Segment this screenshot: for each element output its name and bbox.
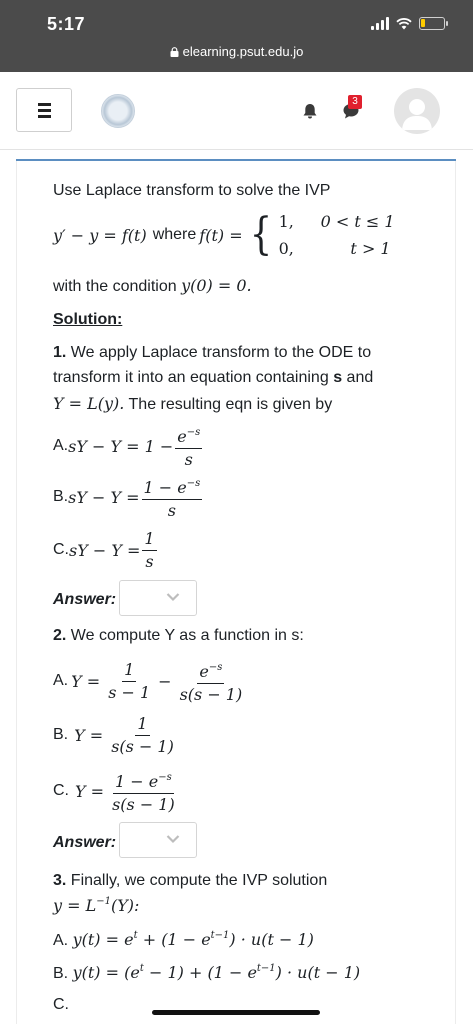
step3-option-b: B. y(t) = (et − 1) + (1 − et−1) · u(t − …: [53, 963, 360, 983]
home-indicator[interactable]: [152, 1010, 320, 1015]
fraction: 1 s(s − 1): [111, 713, 174, 756]
where-text: where: [152, 226, 197, 243]
step1-text-line2: transform it into an equation containing: [53, 369, 329, 386]
step2-option-a: A. Y = 1 s − 1 − e−s s(s − 1): [53, 657, 246, 705]
option-math: sY − Y = 1 −: [68, 436, 174, 456]
battery-icon: [419, 17, 448, 30]
case1-value: 1,: [278, 212, 294, 231]
step1-bold-s: s: [333, 369, 343, 386]
notification-count-badge: 3: [348, 95, 362, 109]
wifi-icon: [396, 18, 412, 30]
option-label: A.: [53, 672, 69, 689]
step3-option-a: A. y(t) = et + (1 − et−1) · u(t − 1): [53, 930, 314, 950]
option-label: A.: [53, 437, 69, 454]
step2-answer-label: Answer:: [53, 834, 117, 851]
step1-option-a: A. sY − Y = 1 − e−s s: [53, 422, 204, 470]
case2-condition: t > 1: [350, 239, 391, 258]
piecewise-function: { 1, 0 < t ≤ 1 0, t > 1: [243, 209, 395, 260]
step1-option-b: B. sY − Y = 1 − e−s s: [53, 473, 204, 521]
chevron-down-icon: [166, 593, 180, 602]
step1-line1: 1. We apply Laplace transform to the ODE…: [53, 344, 371, 362]
option-math: sY − Y =: [68, 487, 140, 507]
condition-text: with the condition: [53, 278, 177, 295]
ode-statement: y′ − y = f(t) where f(t) = { 1, 0 < t ≤ …: [53, 209, 395, 260]
solution-heading: Solution:: [53, 311, 123, 328]
fraction: 1 s − 1: [108, 659, 151, 702]
initial-condition: with the condition y(0) = 0.: [53, 276, 252, 296]
step1-line3: Y = L(y). The resulting eqn is given by: [53, 394, 332, 414]
step1-text-line1: We apply Laplace transform to the ODE to: [70, 344, 372, 361]
step1-text-line3: The resulting eqn is given by: [128, 396, 333, 413]
option-math: Y =: [74, 725, 104, 745]
piecewise-cases: 1, 0 < t ≤ 1 0, t > 1: [278, 212, 395, 258]
left-brace: {: [249, 209, 272, 260]
option-math: sY − Y =: [69, 540, 141, 560]
step3-line2: y = L−1(Y):: [53, 896, 140, 915]
url-text: elearning.psut.edu.jo: [182, 44, 304, 59]
fraction: e−s s(s − 1): [178, 659, 245, 704]
status-icons: [371, 17, 448, 30]
bell-icon[interactable]: [302, 103, 318, 120]
step1-option-c: C. sY − Y = 1 s: [53, 526, 159, 574]
step1-laplace-def: Y = L(y).: [53, 394, 125, 413]
ode-lhs: y′ − y = f(t): [53, 225, 147, 245]
step1-number: 1.: [53, 344, 67, 361]
fraction: 1 s: [142, 528, 157, 571]
step2-line1: 2. We compute Y as a function in s:: [53, 627, 304, 645]
step3-line1: 3. Finally, we compute the IVP solution: [53, 872, 327, 890]
user-silhouette-icon: [402, 99, 432, 130]
minus: −: [158, 671, 172, 691]
step2-number: 2.: [53, 627, 67, 644]
step2-option-b: B. Y = 1 s(s − 1): [53, 711, 178, 759]
step2-answer-select[interactable]: [119, 822, 197, 858]
option-math: y(t) = et + (1 − et−1) · u(t − 1): [72, 930, 314, 949]
step1-and: and: [346, 369, 374, 386]
step3-option-c: C.: [53, 996, 69, 1013]
case2-value: 0,: [278, 239, 294, 258]
f-definition: f(t) =: [199, 225, 243, 245]
fraction: 1 − e−s s(s − 1): [110, 769, 177, 814]
fraction: 1 − e−s s: [141, 475, 203, 520]
site-logo[interactable]: [101, 94, 135, 128]
address-bar[interactable]: elearning.psut.edu.jo: [0, 44, 473, 59]
option-label: C.: [53, 541, 69, 558]
option-label: B.: [53, 726, 69, 743]
step2-text: We compute Y as a function in s:: [70, 627, 304, 644]
case1-condition: 0 < t ≤ 1: [320, 212, 395, 231]
option-label: B.: [53, 488, 69, 505]
browser-chrome: 5:17 elearning.psut.edu.jo: [0, 0, 473, 72]
option-math: Y =: [71, 671, 101, 691]
menu-toggle-button[interactable]: [16, 88, 72, 132]
chevron-down-icon: [166, 835, 180, 844]
option-math: Y =: [75, 781, 105, 801]
fraction: e−s s: [175, 424, 203, 469]
option-label: C.: [53, 782, 69, 799]
lock-icon: [170, 47, 179, 57]
option-math: y(t) = (et − 1) + (1 − et−1) · u(t − 1): [72, 963, 361, 982]
step3-number: 3.: [53, 872, 67, 889]
step1-answer-select[interactable]: [119, 580, 197, 616]
step1-line2: transform it into an equation containing…: [53, 369, 373, 387]
question-intro: Use Laplace transform to solve the IVP: [53, 182, 331, 199]
signal-icon: [371, 17, 389, 30]
user-avatar[interactable]: [394, 88, 440, 134]
option-label: B.: [53, 965, 69, 982]
condition-math: y(0) = 0.: [181, 276, 252, 295]
step2-option-c: C. Y = 1 − e−s s(s − 1): [53, 767, 179, 815]
option-label: A.: [53, 932, 69, 949]
status-time: 5:17: [47, 14, 86, 34]
step3-text: Finally, we compute the IVP solution: [70, 872, 328, 889]
step1-answer-label: Answer:: [53, 591, 117, 608]
site-navbar: 3: [0, 72, 473, 150]
hamburger-icon: [37, 102, 51, 106]
